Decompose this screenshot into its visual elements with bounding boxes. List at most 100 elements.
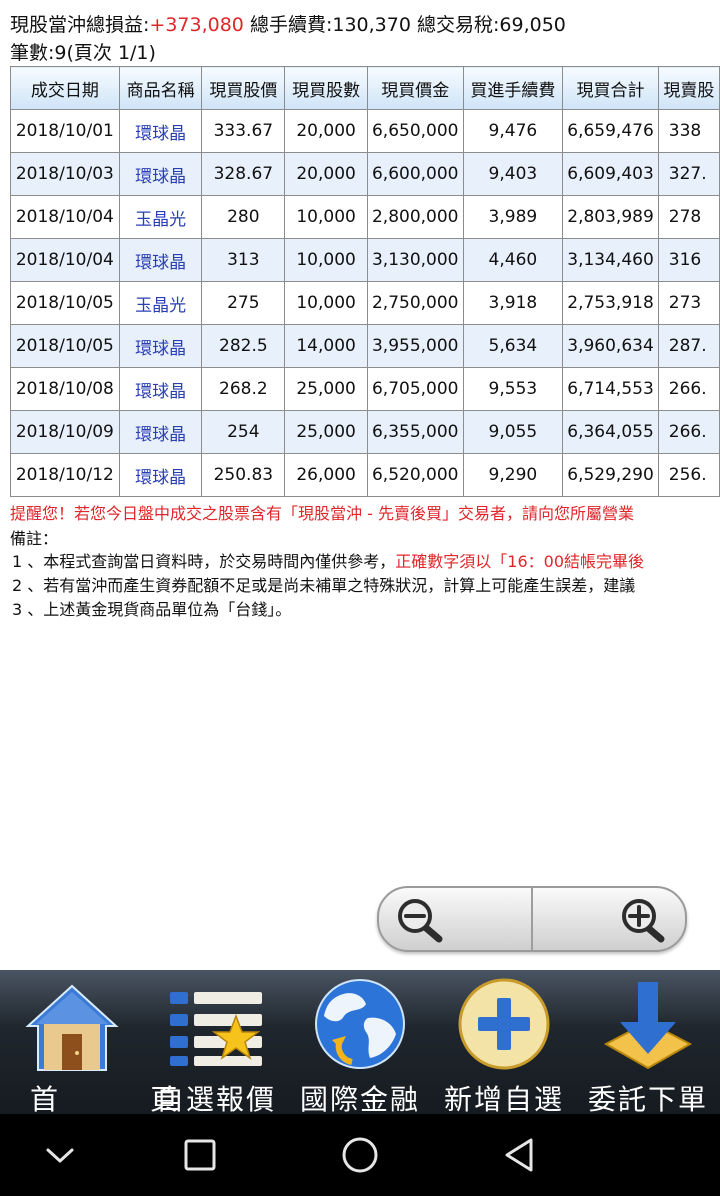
cell-buy-price: 254 [201, 410, 286, 454]
table-header-row: 成交日期 商品名稱 現買股價 現買股數 現買價金 買進手續費 現買合計 現賣股 [10, 66, 720, 110]
cell-buy-fee: 5,634 [462, 324, 564, 368]
header-product-name: 商品名稱 [118, 66, 203, 110]
fee-value: 130,370 [332, 14, 411, 36]
cell-buy-price: 280 [201, 195, 286, 239]
cell-date: 2018/10/04 [10, 238, 120, 282]
cell-buy-shares: 10,000 [284, 281, 368, 325]
table-row: 2018/10/09 環球晶 254 25,000 6,355,000 9,05… [10, 410, 720, 454]
cell-date: 2018/10/12 [10, 453, 120, 497]
cell-buy-price: 275 [201, 281, 286, 325]
cell-product-link[interactable]: 環球晶 [118, 367, 203, 411]
watchlist-icon [170, 992, 262, 1066]
zoom-in-button[interactable] [533, 888, 685, 950]
nav-global-finance-label: 國際金融 [299, 1083, 420, 1116]
home-icon [25, 984, 119, 1071]
table-row: 2018/10/04 玉晶光 280 10,000 2,800,000 3,98… [10, 195, 720, 239]
globe-icon [315, 979, 405, 1069]
cell-sell-price: 338 [657, 109, 720, 153]
trades-table-container[interactable]: 成交日期 商品名稱 現買股價 現買股數 現買價金 買進手續費 現買合計 現賣股 … [10, 66, 720, 498]
nav-watchlist[interactable]: 自選報價 [144, 970, 288, 1116]
cell-buy-amount: 6,600,000 [366, 152, 464, 196]
cell-product-link[interactable]: 環球晶 [118, 109, 203, 153]
nav-home[interactable]: 首 頁 [0, 970, 178, 1116]
cell-buy-fee: 9,403 [462, 152, 564, 196]
cell-buy-amount: 2,750,000 [366, 281, 464, 325]
cell-buy-shares: 26,000 [284, 453, 368, 497]
cell-sell-price: 316 [657, 238, 720, 282]
zoom-out-button[interactable] [379, 888, 531, 950]
cell-product-link[interactable]: 環球晶 [118, 324, 203, 368]
cell-buy-fee: 9,055 [462, 410, 564, 454]
recent-apps-icon[interactable] [179, 1134, 221, 1176]
cell-buy-amount: 3,955,000 [366, 324, 464, 368]
fee-label: 總手續費: [243, 14, 333, 36]
cell-buy-shares: 20,000 [284, 109, 368, 153]
table-row: 2018/10/01 環球晶 333.67 20,000 6,650,000 9… [10, 109, 720, 153]
cell-buy-price: 282.5 [201, 324, 286, 368]
cell-buy-shares: 25,000 [284, 367, 368, 411]
zoom-control [377, 886, 687, 952]
cell-buy-shares: 10,000 [284, 195, 368, 239]
cell-product-link[interactable]: 環球晶 [118, 152, 203, 196]
tax-label: 總交易稅: [410, 14, 500, 36]
cell-buy-amount: 6,520,000 [366, 453, 464, 497]
zoom-out-icon [398, 899, 443, 943]
cell-date: 2018/10/05 [10, 324, 120, 368]
nav-place-order[interactable]: 委託下單 [576, 970, 720, 1116]
nav-add-watchlist[interactable]: 新增自選 [432, 970, 576, 1116]
header-buy-fee: 買進手續費 [462, 66, 564, 110]
cell-product-link[interactable]: 環球晶 [118, 410, 203, 454]
back-icon[interactable] [499, 1134, 541, 1176]
cell-sell-price: 273 [657, 281, 720, 325]
cell-buy-shares: 20,000 [284, 152, 368, 196]
nav-global-finance[interactable]: 國際金融 [288, 970, 432, 1116]
note-1: 1 、本程式查詢當日資料時，於交易時間內僅供參考，正確數字須以「16：00結帳完… [12, 548, 720, 572]
table-row: 2018/10/04 環球晶 313 10,000 3,130,000 4,46… [10, 238, 720, 282]
cell-buy-total: 6,659,476 [562, 109, 659, 153]
table-row: 2018/10/05 環球晶 282.5 14,000 3,955,000 5,… [10, 324, 720, 368]
trades-table: 成交日期 商品名稱 現買股價 現買股數 現買價金 買進手續費 現買合計 現賣股 … [10, 66, 720, 497]
header-trade-date: 成交日期 [10, 66, 120, 110]
cell-buy-price: 333.67 [201, 109, 286, 153]
nav-home-label: 首 頁 [30, 1083, 211, 1116]
nav-add-watchlist-label: 新增自選 [443, 1083, 564, 1116]
cell-buy-fee: 9,290 [462, 453, 564, 497]
cell-product-link[interactable]: 玉晶光 [118, 281, 203, 325]
header-buy-total: 現買合計 [562, 66, 659, 110]
cell-product-link[interactable]: 環球晶 [118, 453, 203, 497]
cell-buy-fee: 3,989 [462, 195, 564, 239]
cell-buy-amount: 6,355,000 [366, 410, 464, 454]
table-row: 2018/10/12 環球晶 250.83 26,000 6,520,000 9… [10, 453, 720, 497]
cell-buy-amount: 6,650,000 [366, 109, 464, 153]
cell-buy-total: 6,609,403 [562, 152, 659, 196]
cell-product-link[interactable]: 環球晶 [118, 238, 203, 282]
cell-product-link[interactable]: 玉晶光 [118, 195, 203, 239]
bottom-nav: 首 頁 自選報價 國際金融 新增自選 委託下單 [0, 970, 720, 1116]
table-row: 2018/10/05 玉晶光 275 10,000 2,750,000 3,91… [10, 281, 720, 325]
cell-sell-price: 266. [657, 367, 720, 411]
cell-date: 2018/10/08 [10, 367, 120, 411]
record-count: 筆數:9(頁次 1/1) [10, 42, 156, 64]
header-buy-amount: 現買價金 [366, 66, 464, 110]
add-icon [458, 978, 550, 1070]
nav-watchlist-label: 自選報價 [155, 1083, 276, 1116]
table-row: 2018/10/08 環球晶 268.2 25,000 6,705,000 9,… [10, 367, 720, 411]
home-circle-icon[interactable] [339, 1134, 381, 1176]
cell-buy-shares: 14,000 [284, 324, 368, 368]
cell-buy-total: 6,714,553 [562, 367, 659, 411]
cell-buy-price: 268.2 [201, 367, 286, 411]
note-1-highlight: 正確數字須以「16：00結帳完畢後 [395, 552, 645, 571]
order-arrow-icon [603, 982, 693, 1070]
cell-date: 2018/10/04 [10, 195, 120, 239]
cell-sell-price: 278 [657, 195, 720, 239]
cell-date: 2018/10/01 [10, 109, 120, 153]
chevron-down-icon[interactable] [39, 1134, 81, 1176]
cell-buy-price: 328.67 [201, 152, 286, 196]
header-buy-shares: 現買股數 [284, 66, 368, 110]
cell-buy-amount: 3,130,000 [366, 238, 464, 282]
cell-sell-price: 287. [657, 324, 720, 368]
cell-buy-fee: 9,476 [462, 109, 564, 153]
pnl-value: +373,080 [149, 14, 244, 36]
cell-buy-total: 3,134,460 [562, 238, 659, 282]
header-buy-price: 現買股價 [201, 66, 286, 110]
